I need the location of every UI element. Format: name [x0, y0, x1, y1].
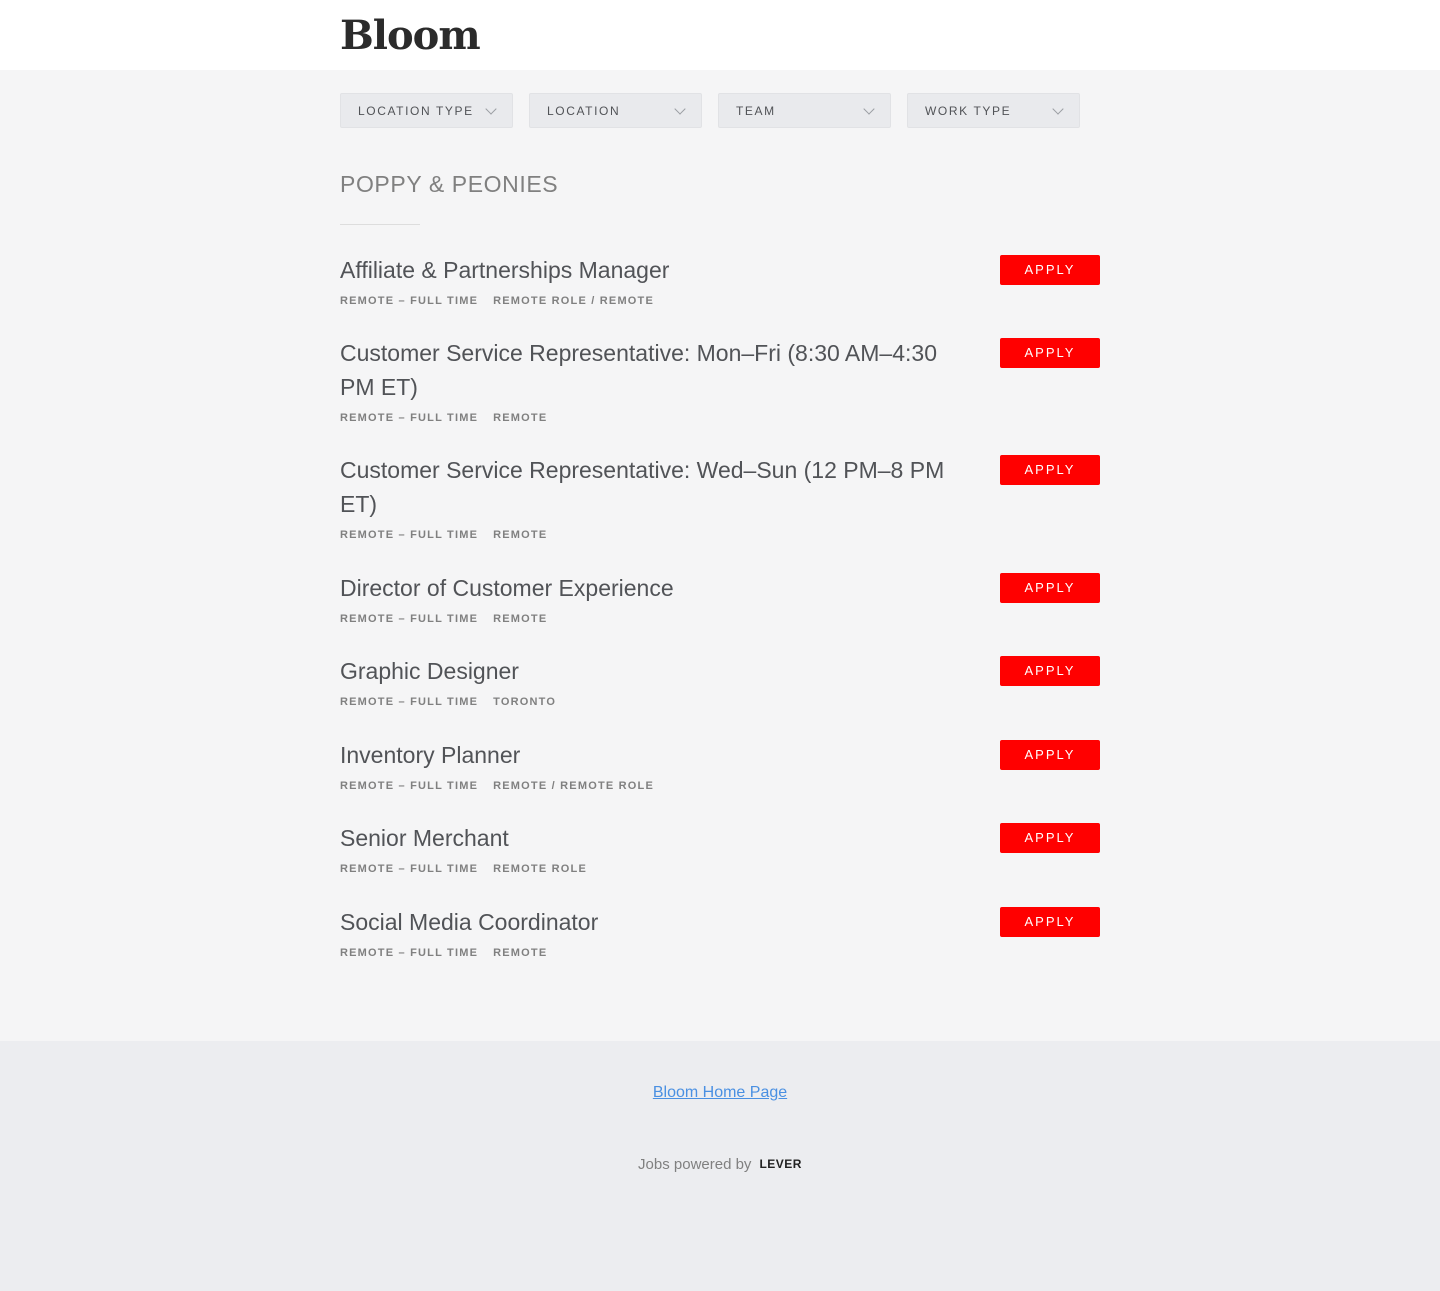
job-posting: Customer Service Representative: Mon–Fri…: [340, 336, 1100, 424]
posting-meta: REMOTE – FULL TIME REMOTE ROLE / REMOTE: [340, 295, 1100, 307]
posting-location: REMOTE ROLE / REMOTE: [493, 295, 655, 307]
apply-button[interactable]: APPLY: [1000, 573, 1100, 603]
chevron-down-icon: [1052, 102, 1064, 115]
filter-label: WORK TYPE: [925, 103, 1012, 118]
posting-commitment: REMOTE – FULL TIME: [340, 529, 479, 541]
posting-commitment: REMOTE – FULL TIME: [340, 696, 479, 708]
posting-commitment: REMOTE – FULL TIME: [340, 947, 479, 959]
filter-location[interactable]: LOCATION: [529, 93, 702, 128]
posting-title[interactable]: Inventory Planner: [340, 738, 970, 772]
posting-title[interactable]: Affiliate & Partnerships Manager: [340, 253, 970, 287]
job-posting: Customer Service Representative: Wed–Sun…: [340, 453, 1100, 541]
job-posting: Inventory Planner REMOTE – FULL TIME REM…: [340, 738, 1100, 792]
filter-label: LOCATION: [547, 103, 621, 118]
apply-button[interactable]: APPLY: [1000, 255, 1100, 285]
home-link-wrapper: Bloom Home Page: [0, 1084, 1440, 1102]
posting-meta: REMOTE – FULL TIME REMOTE: [340, 613, 1100, 625]
filter-label: LOCATION TYPE: [358, 103, 474, 118]
posting-meta: REMOTE – FULL TIME REMOTE: [340, 947, 1100, 959]
lever-logo[interactable]: LEVER: [759, 1157, 802, 1171]
posting-location: TORONTO: [493, 696, 557, 708]
posting-title[interactable]: Customer Service Representative: Wed–Sun…: [340, 453, 970, 521]
filter-location-type[interactable]: LOCATION TYPE: [340, 93, 513, 128]
posting-commitment: REMOTE – FULL TIME: [340, 295, 479, 307]
section-title: POPPY & PEONIES: [340, 171, 559, 197]
posting-location: REMOTE: [493, 613, 548, 625]
section-divider: [340, 224, 420, 225]
posting-commitment: REMOTE – FULL TIME: [340, 613, 479, 625]
header: Bloom: [0, 0, 1440, 70]
apply-button[interactable]: APPLY: [1000, 338, 1100, 368]
filter-label: TEAM: [736, 103, 776, 118]
posting-location: REMOTE ROLE: [493, 863, 587, 875]
posting-title[interactable]: Social Media Coordinator: [340, 905, 970, 939]
job-posting: Director of Customer Experience REMOTE –…: [340, 571, 1100, 625]
chevron-down-icon: [863, 102, 875, 115]
posting-location: REMOTE / REMOTE ROLE: [493, 780, 655, 792]
filter-team[interactable]: TEAM: [718, 93, 891, 128]
posting-title[interactable]: Senior Merchant: [340, 821, 970, 855]
posting-meta: REMOTE – FULL TIME REMOTE: [340, 412, 1100, 424]
posting-meta: REMOTE – FULL TIME TORONTO: [340, 696, 1100, 708]
posting-title[interactable]: Director of Customer Experience: [340, 571, 970, 605]
posting-title[interactable]: Customer Service Representative: Mon–Fri…: [340, 336, 970, 404]
posting-meta: REMOTE – FULL TIME REMOTE: [340, 529, 1100, 541]
job-posting: Graphic Designer REMOTE – FULL TIME TORO…: [340, 654, 1100, 708]
job-posting: Senior Merchant REMOTE – FULL TIME REMOT…: [340, 821, 1100, 875]
posting-location: REMOTE: [493, 529, 548, 541]
posting-commitment: REMOTE – FULL TIME: [340, 412, 479, 424]
posting-location: REMOTE: [493, 947, 548, 959]
posting-meta: REMOTE – FULL TIME REMOTE / REMOTE ROLE: [340, 780, 1100, 792]
job-posting: Affiliate & Partnerships Manager REMOTE …: [340, 253, 1100, 307]
apply-button[interactable]: APPLY: [1000, 740, 1100, 770]
chevron-down-icon: [674, 102, 686, 115]
footer: Bloom Home Page Jobs powered by LEVER: [0, 1041, 1440, 1291]
posting-title[interactable]: Graphic Designer: [340, 654, 970, 688]
powered-by-text: Jobs powered by: [638, 1156, 752, 1173]
company-logo[interactable]: Bloom: [340, 12, 481, 59]
posting-location: REMOTE: [493, 412, 548, 424]
apply-button[interactable]: APPLY: [1000, 455, 1100, 485]
apply-button[interactable]: APPLY: [1000, 823, 1100, 853]
home-page-link[interactable]: Bloom Home Page: [653, 1084, 787, 1101]
posting-commitment: REMOTE – FULL TIME: [340, 780, 479, 792]
chevron-down-icon: [485, 102, 497, 115]
posting-commitment: REMOTE – FULL TIME: [340, 863, 479, 875]
apply-button[interactable]: APPLY: [1000, 656, 1100, 686]
filter-bar: LOCATION TYPE LOCATION TEAM WORK TYPE: [340, 93, 1080, 128]
filter-work-type[interactable]: WORK TYPE: [907, 93, 1080, 128]
posting-meta: REMOTE – FULL TIME REMOTE ROLE: [340, 863, 1100, 875]
powered-by: Jobs powered by LEVER: [0, 1156, 1440, 1173]
apply-button[interactable]: APPLY: [1000, 907, 1100, 937]
job-posting: Social Media Coordinator REMOTE – FULL T…: [340, 905, 1100, 959]
